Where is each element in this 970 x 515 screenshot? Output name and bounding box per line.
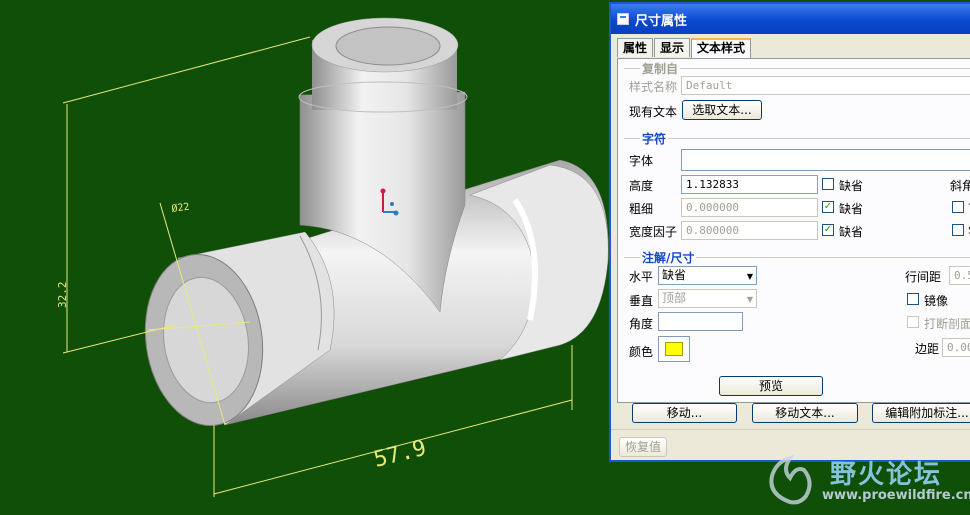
thickness-field[interactable]: 0.000000 xyxy=(681,198,818,217)
move-button[interactable]: 移动... xyxy=(632,403,737,423)
vertical-select[interactable]: 顶部 ▼ xyxy=(658,289,757,308)
horizontal-select-value: 缺省 xyxy=(662,268,687,282)
thickness-default-label: 缺省 xyxy=(839,202,864,216)
width-factor-field[interactable]: 0.800000 xyxy=(681,221,818,240)
tab-text-style[interactable]: 文本样式 xyxy=(691,38,752,60)
thickness-default-checkbox[interactable]: ✓ xyxy=(822,201,834,213)
edit-attached-note-button[interactable]: 编辑附加标注... xyxy=(872,403,970,423)
group-title-copy-from: 复制自 xyxy=(640,60,681,77)
group-title-note-dimension: 注解/尺寸 xyxy=(640,249,697,266)
style-name-label: 样式名称 xyxy=(629,80,678,94)
mirror-label: 镜像 xyxy=(924,294,949,308)
mirror-checkbox[interactable] xyxy=(907,293,919,305)
width-factor-label: 宽度因子 xyxy=(629,225,678,239)
dimension-diameter-text: Ø22 xyxy=(171,201,191,215)
horizontal-select[interactable]: 缺省 ▼ xyxy=(658,266,757,285)
watermark-url: www.proewildfire.cn xyxy=(822,488,970,503)
flame-logo-icon xyxy=(769,454,812,505)
height-field[interactable]: 1.132833 xyxy=(681,175,818,194)
dimension-properties-dialog[interactable]: 尺寸属性 属性 显示 文本样式 复制自 样式名称 Default 现有文本 选取… xyxy=(609,2,970,462)
select-text-button[interactable]: 选取文本... xyxy=(682,100,762,120)
footer-divider xyxy=(611,429,970,430)
height-label: 高度 xyxy=(629,179,654,193)
line-spacing-label: 行间距 xyxy=(905,270,942,284)
height-default-checkbox[interactable] xyxy=(822,178,834,190)
watermark-title: 野火论坛 xyxy=(830,460,943,490)
dimension-length-text: 57.9 xyxy=(371,436,428,473)
option-kerning-checkbox[interactable] xyxy=(952,224,964,236)
vertical-label: 垂直 xyxy=(629,294,654,308)
preview-button[interactable]: 预览 xyxy=(719,376,823,396)
existing-text-label: 现有文本 xyxy=(629,105,678,119)
slant-label: 斜角 xyxy=(950,179,970,193)
dimension-height-text: 32.2 xyxy=(56,282,69,309)
height-default-label: 缺省 xyxy=(839,179,864,193)
window-icon xyxy=(617,13,629,25)
thickness-label: 粗细 xyxy=(629,202,654,216)
style-name-field[interactable]: Default xyxy=(681,76,970,95)
font-label: 字体 xyxy=(629,154,654,168)
color-label: 颜色 xyxy=(629,345,654,359)
tab-properties[interactable]: 属性 xyxy=(617,38,654,57)
text-style-panel: 复制自 样式名称 Default 现有文本 选取文本... 字符 字体 高度 1… xyxy=(617,58,970,403)
group-title-character: 字符 xyxy=(640,130,669,147)
break-hatch-label: 打断剖面 xyxy=(924,317,970,331)
dropdown-arrow-icon: ▼ xyxy=(746,272,753,281)
width-factor-default-checkbox[interactable]: ✓ xyxy=(822,224,834,236)
pipe-tee-model[interactable] xyxy=(135,17,609,433)
line-spacing-field[interactable]: 0.50 xyxy=(949,266,970,285)
color-swatch-fill xyxy=(665,342,683,356)
dialog-titlebar[interactable]: 尺寸属性 xyxy=(611,4,970,34)
horizontal-label: 水平 xyxy=(629,270,654,284)
tab-bar: 属性 显示 文本样式 xyxy=(617,38,752,60)
font-field[interactable] xyxy=(681,149,970,171)
branch-bore xyxy=(335,26,441,66)
tab-display[interactable]: 显示 xyxy=(654,38,691,57)
dropdown-arrow-icon: ▼ xyxy=(746,295,753,304)
margin-field[interactable]: 0.000 xyxy=(942,338,970,357)
vertical-select-value: 顶部 xyxy=(662,291,687,305)
forum-watermark: 野火论坛 www.proewildfire.cn xyxy=(760,448,970,515)
angle-field[interactable] xyxy=(658,312,743,331)
dialog-title: 尺寸属性 xyxy=(635,13,688,29)
restore-values-button[interactable]: 恢复值 xyxy=(619,437,667,457)
width-factor-default-label: 缺省 xyxy=(839,225,864,239)
angle-label: 角度 xyxy=(629,317,654,331)
margin-label: 边距 xyxy=(915,342,940,356)
option-underline-checkbox[interactable] xyxy=(952,201,964,213)
color-swatch-button[interactable] xyxy=(658,336,690,362)
group-divider xyxy=(624,138,970,139)
break-hatch-checkbox[interactable] xyxy=(907,316,919,328)
move-text-button[interactable]: 移动文本... xyxy=(752,403,858,423)
